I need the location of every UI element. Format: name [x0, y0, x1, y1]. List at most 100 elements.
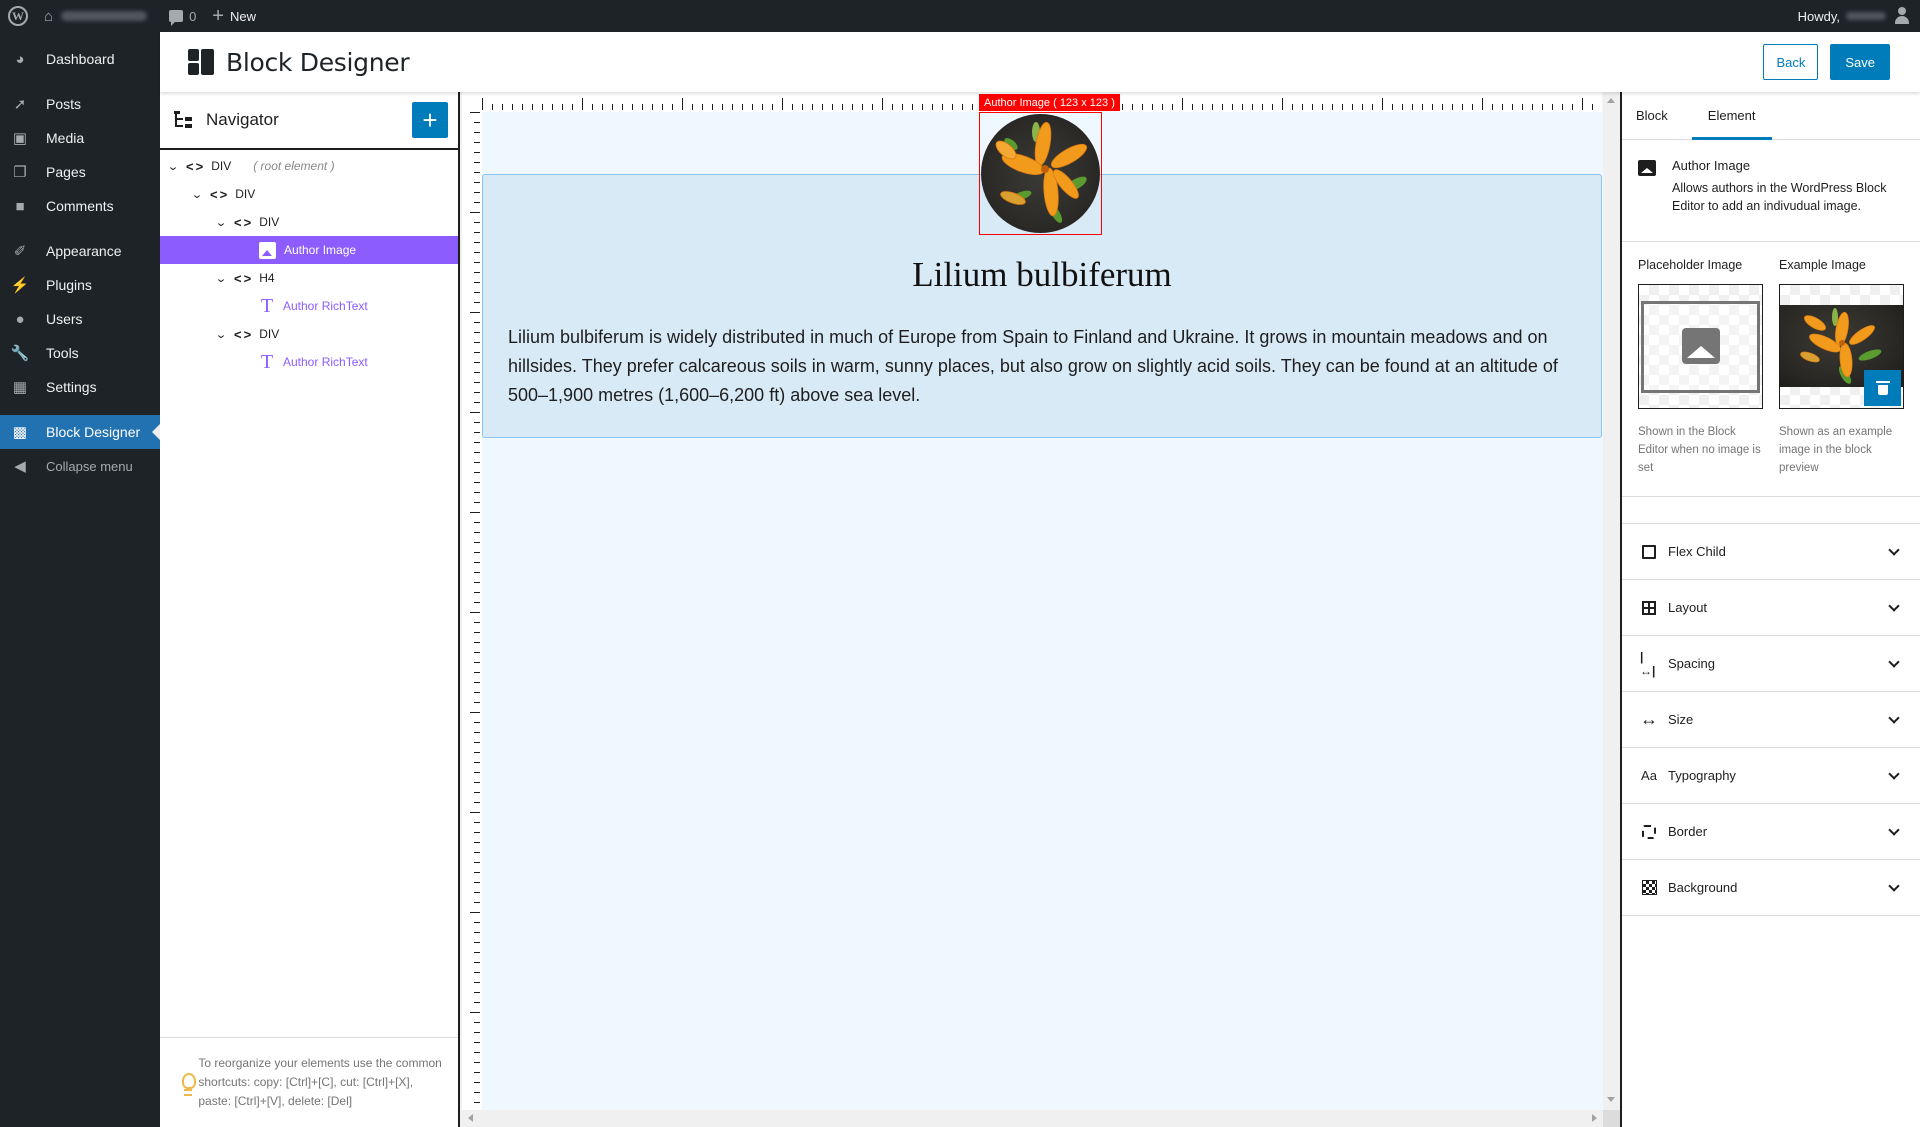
admin-bar: W ⌂ 0 + New Howdy, [0, 0, 1920, 32]
block-designer-icon: ▩ [12, 424, 28, 441]
tree-node-label: Author Image [284, 243, 357, 257]
sidebar-item-dashboard[interactable]: ◕ Dashboard [0, 42, 160, 76]
code-tag-icon: <> [210, 186, 230, 202]
tab-block[interactable]: Block [1636, 92, 1692, 139]
sidebar-item-appearance[interactable]: ✐ Appearance [0, 234, 160, 268]
comments-menu[interactable]: 0 [161, 0, 204, 32]
tree-node-div[interactable]: ⌄ <> DIV [160, 320, 458, 348]
add-element-button[interactable]: + [412, 102, 448, 138]
back-button[interactable]: Back [1763, 44, 1819, 80]
chevron-down-icon[interactable]: ⌄ [212, 328, 230, 341]
section-label: Size [1668, 712, 1694, 727]
sidebar-item-tools[interactable]: 🔧 Tools [0, 336, 160, 370]
sidebar-item-label: Pages [46, 164, 86, 180]
image-icon [1638, 160, 1656, 176]
design-canvas[interactable]: Lilium bulbiferum Lilium bulbiferum is w… [462, 92, 1620, 1127]
tree-node-root-div[interactable]: ⌄ <> DIV ( root element ) [160, 152, 458, 180]
vertical-ruler [462, 92, 482, 1112]
scroll-down-arrow-icon[interactable] [1607, 1097, 1615, 1102]
sidebar-item-pages[interactable]: ❐ Pages [0, 155, 160, 189]
tree-node-author-richtext[interactable]: T Author RichText [160, 348, 458, 376]
section-label: Flex Child [1668, 544, 1726, 559]
section-border[interactable]: Border [1622, 804, 1920, 860]
sidebar-item-settings[interactable]: ▦ Settings [0, 370, 160, 404]
section-layout[interactable]: Layout [1622, 580, 1920, 636]
sidebar-item-plugins[interactable]: ⚡ Plugins [0, 268, 160, 302]
chevron-down-icon[interactable]: ⌄ [212, 216, 230, 229]
example-image-label: Example Image [1779, 258, 1866, 272]
scroll-up-arrow-icon[interactable] [1607, 98, 1615, 103]
tree-node-h4[interactable]: ⌄ <> H4 [160, 264, 458, 292]
pages-icon: ❐ [13, 164, 27, 181]
collapse-menu-button[interactable]: ◀ Collapse menu [0, 449, 160, 483]
sidebar-item-block-designer[interactable]: ▩ Block Designer [0, 415, 160, 449]
sidebar-item-posts[interactable]: ➚ Posts [0, 87, 160, 121]
save-button[interactable]: Save [1830, 44, 1890, 80]
placeholder-image-select[interactable] [1638, 284, 1763, 409]
image-placeholder-icon [1682, 328, 1720, 364]
sidebar-item-label: Collapse menu [46, 458, 133, 474]
tree-node-label: Author RichText [283, 355, 368, 369]
section-label: Border [1668, 824, 1708, 839]
example-image-select[interactable] [1779, 284, 1904, 409]
page-title: Block Designer [226, 47, 410, 77]
admin-sidebar: ◕ Dashboard ➚ Posts ▣ Media ❐ Pages ■ Comment… [0, 32, 160, 1127]
tree-node-tag: DIV [235, 187, 256, 201]
sidebar-item-comments[interactable]: ■ Comments [0, 189, 160, 223]
navigator-title: Navigator [206, 110, 279, 129]
chevron-down-icon[interactable]: ⌄ [188, 188, 206, 201]
chevron-down-icon [1888, 711, 1900, 724]
image-settings: Placeholder Image Shown in the Block Edi… [1622, 242, 1920, 497]
section-typography[interactable]: Aa Typography [1622, 748, 1920, 804]
new-label: New [229, 8, 256, 24]
new-content-menu[interactable]: + New [204, 0, 264, 32]
author-image-selected[interactable] [979, 112, 1102, 235]
tree-node-div[interactable]: ⌄ <> DIV [160, 180, 458, 208]
wrench-icon: 🔧 [10, 345, 30, 362]
block-heading[interactable]: Lilium bulbiferum [483, 255, 1601, 295]
sidebar-item-users[interactable]: ● Users [0, 302, 160, 336]
tree-node-author-image[interactable]: Author Image [160, 236, 458, 264]
scroll-left-arrow-icon[interactable] [468, 1114, 473, 1122]
wordpress-logo-icon: W [8, 6, 28, 26]
collapse-icon: ◀ [14, 458, 26, 475]
chevron-down-icon[interactable]: ⌄ [164, 160, 182, 173]
page-header: Block Designer Back Save [160, 32, 1920, 92]
block-paragraph[interactable]: Lilium bulbiferum is widely distributed … [508, 323, 1578, 410]
username-blurred [1846, 12, 1886, 20]
remove-example-image-button[interactable] [1864, 370, 1901, 406]
layout-grid-icon [1640, 599, 1658, 617]
example-image-hint: Shown as an example image in the block p… [1779, 426, 1893, 474]
section-spacing[interactable]: |↔| Spacing [1622, 636, 1920, 692]
tree-node-div[interactable]: ⌄ <> DIV [160, 208, 458, 236]
code-tag-icon: <> [234, 270, 254, 286]
sidebar-item-label: Dashboard [46, 51, 115, 67]
tree-structure-icon [174, 111, 194, 129]
sidebar-item-label: Users [46, 311, 83, 327]
section-background[interactable]: Background [1622, 860, 1920, 916]
site-name-menu[interactable]: ⌂ [36, 0, 155, 32]
tree-node-tag: DIV [259, 215, 280, 229]
chevron-down-icon[interactable]: ⌄ [212, 272, 230, 285]
section-size[interactable]: ↔ Size [1622, 692, 1920, 748]
chevron-down-icon [1888, 823, 1900, 836]
comments-count: 0 [189, 8, 197, 24]
placeholder-image-label: Placeholder Image [1638, 258, 1743, 272]
sidebar-item-media[interactable]: ▣ Media [0, 121, 160, 155]
scroll-right-arrow-icon[interactable] [1592, 1114, 1597, 1122]
tree-node-author-richtext[interactable]: T Author RichText [160, 292, 458, 320]
media-icon: ▣ [12, 130, 28, 147]
vertical-scrollbar[interactable] [1603, 92, 1620, 1110]
tree-node-tag: DIV [211, 159, 232, 173]
tab-element[interactable]: Element [1691, 92, 1772, 140]
inspector-panel: Block Element Author Image Allows author… [1620, 92, 1920, 1127]
element-title: Author Image [1672, 158, 1751, 173]
wp-logo-menu[interactable]: W [0, 0, 36, 32]
shortcuts-tip: To reorganize your elements use the comm… [160, 1037, 458, 1127]
image-icon [259, 241, 276, 259]
code-tag-icon: <> [186, 158, 206, 174]
my-account-menu[interactable]: Howdy, [1798, 7, 1920, 25]
horizontal-scrollbar[interactable] [462, 1110, 1603, 1127]
tree-node-label: Author RichText [283, 299, 368, 313]
section-flex-child[interactable]: Flex Child [1622, 524, 1920, 580]
